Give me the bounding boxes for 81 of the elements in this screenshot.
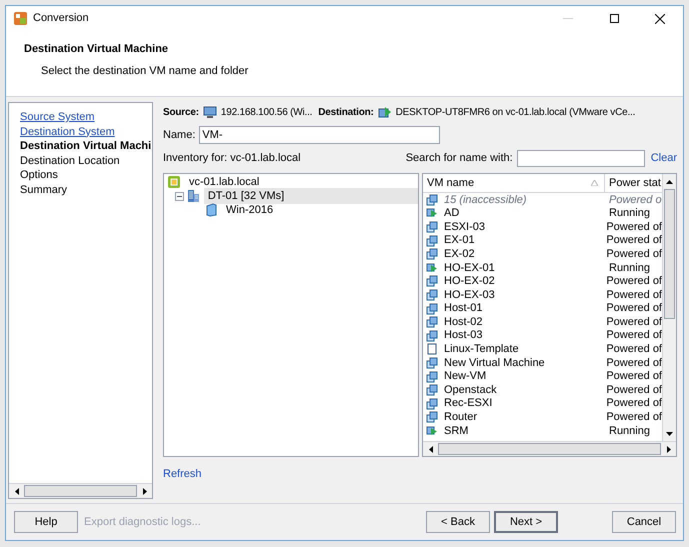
step-item[interactable]: Source System <box>20 110 152 124</box>
vm-icon <box>426 411 438 424</box>
horizontal-scrollbar[interactable] <box>423 441 676 456</box>
power-state: Powered of <box>605 342 662 358</box>
refresh-link[interactable]: Refresh <box>163 466 202 482</box>
collapse-toggle[interactable] <box>175 192 184 200</box>
down-arrow-icon <box>666 432 673 436</box>
step-item: Options <box>20 168 59 182</box>
vm-icon <box>426 194 438 206</box>
power-state: Powered of <box>605 328 662 344</box>
power-state: Powered of <box>605 246 662 262</box>
source-value: 192.168.100.56 (Wi... <box>220 106 312 120</box>
power-state: Powered of <box>605 220 662 235</box>
step-item[interactable]: Destination System <box>20 124 152 139</box>
right-arrow-icon <box>142 488 146 494</box>
power-state: Powered of <box>605 356 662 371</box>
power-state: Powered of <box>605 233 662 248</box>
power-state: Powered of <box>605 382 662 398</box>
vm-icon <box>426 356 438 369</box>
power-state: Powered o <box>608 192 662 208</box>
help-button[interactable]: Help <box>14 511 78 533</box>
vm-icon <box>426 316 438 328</box>
name-field[interactable]: VM- <box>199 126 440 144</box>
back-button[interactable]: < Back <box>426 511 490 533</box>
power-state: Running <box>608 206 650 222</box>
building-icon <box>186 189 200 203</box>
name-label: Name: <box>163 128 196 143</box>
search-label: Search for name with: <box>406 151 513 166</box>
cancel-button[interactable]: Cancel <box>612 511 676 533</box>
power-state: Powered of <box>605 314 662 330</box>
tree-item[interactable]: vc-01.lab.local <box>185 174 264 190</box>
sort-icon <box>591 180 598 186</box>
vertical-scrollbar[interactable] <box>662 174 676 441</box>
vm-icon <box>426 220 438 233</box>
power-state: Powered of <box>605 274 662 290</box>
vm-icon <box>426 275 438 288</box>
vm-icon <box>426 384 438 396</box>
left-arrow-icon <box>14 488 18 494</box>
power-state: Powered of <box>605 369 662 384</box>
destination-label: Destination: <box>318 106 374 120</box>
horizontal-scrollbar[interactable] <box>9 483 152 498</box>
destination-value: DESKTOP-UT8FMR6 on vc-01.lab.local (VMware vCe... <box>396 106 636 120</box>
vm-icon <box>426 330 438 342</box>
vm-running-icon <box>426 424 438 437</box>
page-title: Destination Virtual Machine <box>24 42 170 57</box>
inventory-label: Inventory for: vc-01.lab.local <box>163 151 301 166</box>
column-header[interactable]: VM name <box>423 174 605 193</box>
power-state: Powered of <box>605 288 662 303</box>
close-icon <box>655 14 665 24</box>
vm-icon <box>426 234 438 247</box>
vm-icon <box>426 288 438 301</box>
next-button[interactable]: Next > <box>494 511 558 533</box>
clear-link[interactable]: Clear <box>650 150 677 167</box>
vm-icon <box>426 302 438 315</box>
app-icon <box>14 12 27 25</box>
tree-item[interactable]: DT-01 [32 VMs] <box>204 188 418 204</box>
power-state: Powered of <box>605 396 662 412</box>
power-state: Running <box>608 424 650 439</box>
power-state: Running <box>608 260 650 276</box>
up-arrow-icon <box>666 180 673 184</box>
computer-icon <box>202 106 217 118</box>
template-icon <box>426 343 438 356</box>
power-state: Powered of <box>605 410 662 426</box>
vm-icon <box>426 370 438 383</box>
left-arrow-icon <box>428 446 432 452</box>
step-item: Destination Virtual Machi <box>20 139 152 154</box>
folder-icon <box>205 203 218 217</box>
source-label: Source: <box>163 106 199 120</box>
vm-icon <box>426 398 438 410</box>
vm-running-icon <box>426 262 438 274</box>
vm-icon <box>426 248 438 260</box>
page-subtitle: Select the destination VM name and folder <box>40 64 250 78</box>
window-title: Conversion <box>33 11 89 26</box>
right-arrow-icon <box>666 446 670 452</box>
tree-item[interactable]: Win-2016 <box>222 202 278 218</box>
step-item: Destination Location <box>20 154 121 168</box>
power-state: Powered of <box>605 301 662 316</box>
vm-running-icon <box>426 207 438 220</box>
server-icon <box>378 106 392 118</box>
step-item: Summary <box>20 182 68 197</box>
search-field[interactable] <box>516 150 645 167</box>
